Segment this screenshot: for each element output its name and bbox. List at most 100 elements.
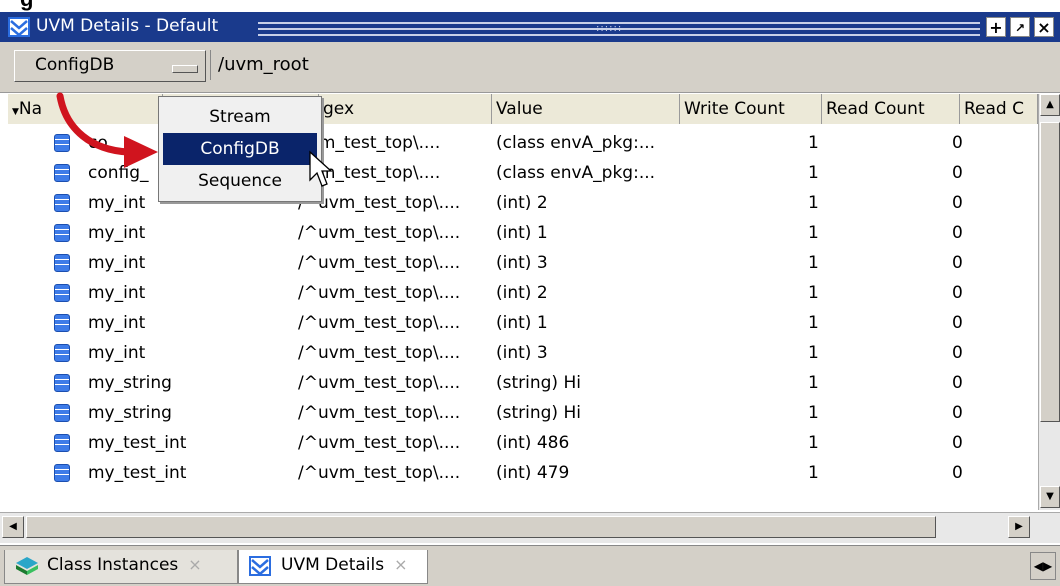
column-header-value[interactable]: Value (492, 94, 680, 124)
cell-write-count: 1 (808, 373, 819, 393)
cell-write-count: 1 (808, 283, 819, 303)
drag-grip-icon[interactable]: :::::: (596, 23, 622, 34)
cell-name: my_int (88, 223, 146, 243)
bottom-tab-bar: Class Instances × UVM Details × ◀▶ (0, 545, 1060, 586)
database-entry-icon (54, 224, 70, 242)
cell-value: (class envA_pkg:... (496, 133, 656, 153)
column-header-write-count[interactable]: Write Count (680, 94, 822, 124)
cell-write-count: 1 (808, 223, 819, 243)
cell-value: (int) 486 (496, 433, 570, 453)
cell-write-count: 1 (808, 193, 819, 213)
cell-write-count: 1 (808, 163, 819, 183)
mode-dropdown-value: ConfigDB (35, 55, 115, 75)
cell-read-count: 0 (952, 313, 963, 333)
scroll-left-icon[interactable]: ◀ (2, 516, 24, 538)
cell-read-count: 0 (952, 463, 963, 483)
window-title-bar[interactable]: UVM Details - Default :::::: + ↗ × (0, 12, 1060, 42)
vertical-scrollbar[interactable]: ▲ ▼ (1038, 94, 1060, 510)
mode-dropdown[interactable]: ConfigDB (14, 50, 206, 82)
cell-value: (int) 3 (496, 253, 548, 273)
cell-regex: /^uvm_test_top\.... (298, 373, 461, 393)
table-row[interactable]: my_int /^uvm_test_top\.... (int) 1 1 0 (8, 307, 1038, 339)
cell-regex: /^uvm_test_top\.... (298, 223, 461, 243)
table-row[interactable]: my_string /^uvm_test_top\.... (string) Hi 1… (8, 397, 1038, 429)
cell-read-count: 0 (952, 373, 963, 393)
undock-icon[interactable]: ↗ (1010, 17, 1030, 37)
uvm-window-icon (8, 17, 30, 37)
cell-name: my_string (88, 373, 172, 393)
cell-regex: /^uvm_test_top\.... (298, 283, 461, 303)
cell-name: my_int (88, 313, 146, 333)
toolbar-separator (210, 50, 211, 80)
database-entry-icon (54, 344, 70, 362)
scroll-down-icon[interactable]: ▼ (1040, 486, 1060, 508)
uvm-details-icon (249, 556, 271, 576)
cell-regex: /^uvm_test_top\.... (298, 313, 461, 333)
table-row[interactable]: my_test_int /^uvm_test_top\.... (int) 486 1… (8, 427, 1038, 459)
cell-value: (int) 1 (496, 313, 548, 333)
cell-name: config_ (88, 163, 149, 183)
cropped-heading: g (20, 0, 33, 12)
close-tab-icon[interactable]: × (394, 555, 407, 574)
mode-popup-menu: Stream ConfigDB Sequence (158, 96, 322, 202)
cell-value: (class envA_pkg:... (496, 163, 656, 183)
scroll-right-icon[interactable]: ▶ (1008, 516, 1030, 538)
scope-path: /uvm_root (218, 54, 309, 75)
cell-name: my_int (88, 343, 146, 363)
cell-regex: /^uvm_test_top\.... (298, 403, 461, 423)
cell-name: my_string (88, 403, 172, 423)
cell-write-count: 1 (808, 343, 819, 363)
menu-item-stream[interactable]: Stream (163, 101, 317, 133)
close-tab-icon[interactable]: × (188, 555, 201, 574)
database-entry-icon (54, 134, 70, 152)
window-title: UVM Details - Default (36, 16, 219, 36)
column-header-name[interactable]: ▼Na (8, 94, 163, 124)
vertical-scroll-thumb[interactable] (1040, 122, 1060, 422)
table-row[interactable]: my_int /^uvm_test_top\.... (int) 1 1 0 (8, 217, 1038, 249)
cell-regex: /^uvm_test_top\.... (298, 193, 461, 213)
database-entry-icon (54, 314, 70, 332)
cell-read-count: 0 (952, 193, 963, 213)
cell-regex: /^uvm_test_top\.... (298, 253, 461, 273)
cell-value: (string) Hi (496, 373, 581, 393)
cell-value: (int) 479 (496, 463, 570, 483)
cell-write-count: 1 (808, 133, 819, 153)
cell-name: my_int (88, 253, 146, 273)
tab-uvm-details[interactable]: UVM Details × (238, 550, 428, 584)
cell-write-count: 1 (808, 403, 819, 423)
cell-name: my_test_int (88, 433, 187, 453)
database-entry-icon (54, 284, 70, 302)
add-icon[interactable]: + (986, 17, 1006, 37)
menu-item-sequence[interactable]: Sequence (163, 165, 317, 197)
tab-class-instances[interactable]: Class Instances × (4, 550, 238, 584)
sort-triangle-icon: ▼ (12, 107, 19, 117)
table-row[interactable]: my_int /^uvm_test_top\.... (int) 2 1 0 (8, 277, 1038, 309)
horizontal-scroll-thumb[interactable] (26, 516, 936, 538)
tab-scroll-icon[interactable]: ◀▶ (1030, 552, 1056, 580)
close-icon[interactable]: × (1034, 17, 1054, 37)
cell-write-count: 1 (808, 313, 819, 333)
cell-read-count: 0 (952, 253, 963, 273)
cell-value: (int) 3 (496, 343, 548, 363)
cell-write-count: 1 (808, 253, 819, 273)
title-grip-line (258, 34, 980, 36)
database-entry-icon (54, 434, 70, 452)
database-entry-icon (54, 254, 70, 272)
cell-regex: /^uvm_test_top\.... (298, 433, 461, 453)
cell-read-count: 0 (952, 433, 963, 453)
scroll-up-icon[interactable]: ▲ (1040, 94, 1060, 116)
horizontal-scrollbar[interactable]: ◀ ▶ (0, 512, 1060, 543)
database-entry-icon (54, 404, 70, 422)
menu-item-configdb[interactable]: ConfigDB (163, 133, 317, 165)
table-row[interactable]: my_string /^uvm_test_top\.... (string) Hi 1… (8, 367, 1038, 399)
cell-read-count: 0 (952, 403, 963, 423)
database-entry-icon (54, 194, 70, 212)
dropdown-indicator-icon (172, 65, 198, 73)
table-row[interactable]: my_int /^uvm_test_top\.... (int) 3 1 0 (8, 337, 1038, 369)
table-row[interactable]: my_test_int /^uvm_test_top\.... (int) 479 1… (8, 457, 1038, 489)
column-header-read-c[interactable]: Read C (960, 94, 1038, 124)
column-header-regex[interactable]: gex (318, 94, 492, 124)
cell-regex: /^uvm_test_top\.... (298, 343, 461, 363)
table-row[interactable]: my_int /^uvm_test_top\.... (int) 3 1 0 (8, 247, 1038, 279)
column-header-read-count[interactable]: Read Count (822, 94, 960, 124)
